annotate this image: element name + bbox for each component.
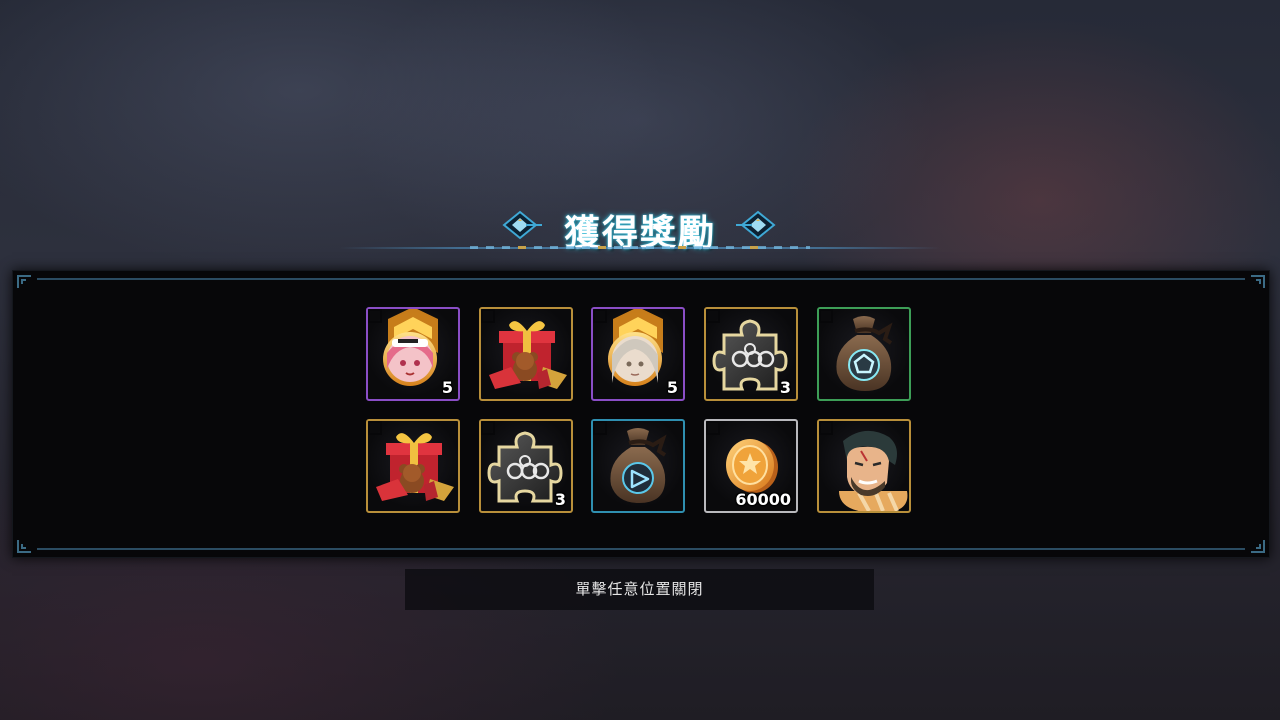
reward-slot-7[interactable]: 3 <box>479 419 573 513</box>
reward-quantity: 3 <box>779 378 791 397</box>
title-dash-accent <box>598 246 606 249</box>
reward-slot-4[interactable]: 3 <box>704 307 798 401</box>
reward-slot-9[interactable]: 60000 <box>704 419 798 513</box>
reward-slot-6[interactable] <box>366 419 460 513</box>
corner-ornament-icon <box>1251 540 1265 553</box>
reward-slot-1[interactable]: 5 <box>366 307 460 401</box>
corner-ornament-icon <box>1251 275 1265 288</box>
reward-slot-5[interactable] <box>817 307 911 401</box>
title-dash-accent <box>678 246 686 249</box>
reward-quantity: 60000 <box>735 490 791 509</box>
tap-to-close-hint[interactable]: 單擊任意位置關閉 <box>405 569 874 610</box>
reward-slot-2[interactable] <box>479 307 573 401</box>
loot-bag-pentagon-icon <box>836 316 893 391</box>
reward-slot-3[interactable]: 5 <box>591 307 685 401</box>
reward-title-bar: 獲得獎勵 <box>0 200 1280 256</box>
reward-slot-8[interactable] <box>591 419 685 513</box>
title-dash-accent <box>518 246 526 249</box>
corner-ornament-icon <box>17 540 31 553</box>
title-dash-accent <box>750 246 758 249</box>
panel-border-top <box>37 278 1245 280</box>
panel-border-bottom <box>37 548 1245 550</box>
reward-quantity: 5 <box>441 378 453 397</box>
reward-quantity: 5 <box>666 378 678 397</box>
loot-bag-triangle-icon <box>610 428 667 503</box>
gift-box-teddy-icon <box>376 433 454 501</box>
corner-ornament-icon <box>17 275 31 288</box>
diamond-ornament-icon <box>736 210 776 240</box>
reward-quantity: 3 <box>554 490 566 509</box>
reward-slot-10[interactable] <box>817 419 911 513</box>
gift-box-teddy-icon <box>489 321 567 389</box>
character-portrait-icon-scarred-man <box>839 430 908 511</box>
